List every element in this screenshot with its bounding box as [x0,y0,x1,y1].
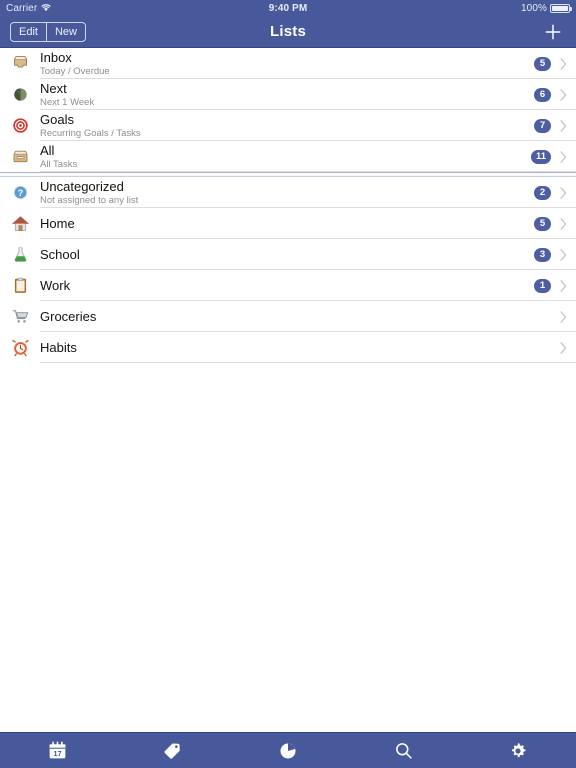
list-row-title: Inbox [40,50,72,65]
list-row-title: School [40,247,80,262]
list-row-subtitle: Not assigned to any list [40,195,139,206]
list-row-text: Uncategorized Not assigned to any list [40,179,534,206]
tab-calendar[interactable]: 17 [0,733,115,768]
task-count-badge: 6 [534,87,551,102]
tab-tags[interactable] [115,733,230,768]
list-row-text: Home [40,216,534,231]
list-row-text: All All Tasks [40,143,531,170]
list-row-all[interactable]: All All Tasks 11 [0,141,576,172]
task-count-badge: 2 [534,185,551,200]
chevron-right-icon [558,310,568,324]
page-title: Lists [269,23,306,40]
status-bar-left: Carrier [6,3,269,14]
search-icon [393,740,414,761]
tab-stats[interactable] [230,733,345,768]
list-row-habits[interactable]: Habits [0,332,576,363]
moon-phase-icon [8,83,32,107]
gear-icon [508,741,528,761]
list-group-user: ? Uncategorized Not assigned to any list… [0,177,576,363]
status-bar: Carrier 9:40 PM 100% [0,0,576,16]
wifi-icon [41,4,52,12]
add-list-button[interactable] [540,19,566,45]
chevron-right-icon [558,186,568,200]
chevron-right-icon [558,150,568,164]
chevron-right-icon [558,279,568,293]
svg-text:?: ? [17,188,23,198]
list-row-subtitle: All Tasks [40,159,78,170]
status-bar-right: 100% [307,2,572,14]
list-row-text: Goals Recurring Goals / Tasks [40,112,534,139]
shopping-cart-icon [8,305,32,329]
edit-new-segmented-control[interactable]: Edit New [10,21,86,42]
chevron-right-icon [558,341,568,355]
list-row-text: Groceries [40,309,558,324]
tag-icon [162,740,183,761]
list-row-title: All [40,143,55,158]
status-bar-time: 9:40 PM [268,2,308,14]
tab-settings[interactable] [461,733,576,768]
list-row-title: Next [40,81,67,96]
question-mark-icon: ? [8,181,32,205]
clipboard-icon [8,274,32,298]
list-row-text: Next Next 1 Week [40,81,534,108]
list-group-smart: Inbox Today / Overdue 5 Next Next 1 Week… [0,48,576,172]
list-row-title: Work [40,278,71,293]
list-row-inbox[interactable]: Inbox Today / Overdue 5 [0,48,576,79]
chevron-right-icon [558,88,568,102]
list-row-title: Habits [40,340,77,355]
plus-icon [543,22,563,42]
task-count-badge: 1 [534,278,551,293]
chevron-right-icon [558,57,568,71]
list-row-subtitle: Next 1 Week [40,97,95,108]
inbox-tray-icon [8,52,32,76]
chevron-right-icon [558,217,568,231]
chevron-right-icon [558,248,568,262]
list-row-title: Uncategorized [40,179,124,194]
list-row-text: Work [40,278,534,293]
task-count-badge: 11 [530,149,551,164]
house-icon [8,212,32,236]
file-box-icon [8,145,32,169]
list-row-text: Habits [40,340,558,355]
list-row-groceries[interactable]: Groceries [0,301,576,332]
lists-table: Inbox Today / Overdue 5 Next Next 1 Week… [0,48,576,732]
task-count-badge: 3 [534,247,551,262]
list-row-school[interactable]: School 3 [0,239,576,270]
task-count-badge: 5 [534,56,551,71]
battery-percent-label: 100% [521,2,547,14]
list-row-title: Groceries [40,309,97,324]
list-row-goals[interactable]: Goals Recurring Goals / Tasks 7 [0,110,576,141]
chevron-right-icon [558,119,568,133]
list-row-text: Inbox Today / Overdue [40,50,534,77]
calendar-day-label: 17 [53,749,61,758]
tab-search[interactable] [346,733,461,768]
list-row-text: School [40,247,534,262]
flask-icon [8,243,32,267]
target-icon [8,114,32,138]
list-row-home[interactable]: Home 5 [0,208,576,239]
task-count-badge: 5 [534,216,551,231]
list-row-work[interactable]: Work 1 [0,270,576,301]
pie-chart-icon [278,741,298,761]
list-row-subtitle: Recurring Goals / Tasks [40,128,141,139]
new-button[interactable]: New [45,22,85,41]
list-row-subtitle: Today / Overdue [40,66,110,77]
task-count-badge: 7 [534,118,551,133]
list-row-title: Home [40,216,75,231]
edit-button[interactable]: Edit [11,23,46,41]
list-row-next[interactable]: Next Next 1 Week 6 [0,79,576,110]
battery-full-icon [550,3,572,13]
app-root: Carrier 9:40 PM 100% Edit New Lists Inbo… [0,0,576,768]
alarm-clock-icon [8,336,32,360]
carrier-label: Carrier [6,2,38,14]
list-row-title: Goals [40,112,74,127]
nav-bar: Edit New Lists [0,16,576,48]
calendar-icon: 17 [47,740,68,761]
list-row-uncategorized[interactable]: ? Uncategorized Not assigned to any list… [0,177,576,208]
tab-bar: 17 [0,732,576,768]
